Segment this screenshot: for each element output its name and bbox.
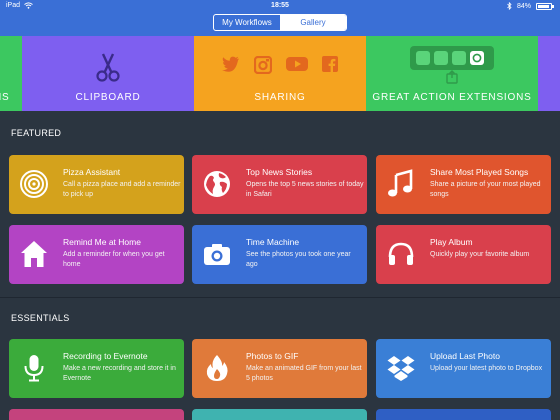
headphones-icon [388, 242, 414, 265]
workflow-card-partial[interactable] [376, 409, 551, 420]
card-title: Recording to Evernote [63, 351, 148, 361]
workflow-card-recording-to-evernote[interactable]: Recording to Evernote Make a new recordi… [9, 339, 184, 398]
workflow-card-partial[interactable] [192, 409, 367, 420]
card-title: Play Album [430, 237, 473, 247]
tab-my-workflows[interactable]: My Workflows [214, 15, 280, 30]
banner-label: CLIPBOARD [75, 92, 141, 103]
tab-gallery[interactable]: Gallery [280, 15, 346, 30]
card-description: Opens the top 5 news stories of today in… [246, 181, 364, 198]
twitter-icon [222, 56, 239, 72]
card-title: Pizza Assistant [63, 167, 121, 177]
music-note-icon [388, 169, 413, 197]
workflow-card-photos-to-gif[interactable]: Photos to GIF Make an animated GIF from … [192, 339, 367, 398]
banner-clipboard[interactable]: CLIPBOARD [22, 36, 194, 111]
card-title: Time Machine [246, 237, 300, 247]
battery-icon [536, 2, 554, 10]
workflow-card-partial[interactable] [9, 409, 184, 420]
section-divider [0, 297, 560, 298]
banner-label: GREAT ACTION EXTENSIONS [372, 92, 532, 103]
workflow-card-play-album[interactable]: Play Album Quickly play your favorite al… [376, 225, 551, 284]
workflow-card-share-most-played-songs[interactable]: Share Most Played Songs Share a picture … [376, 155, 551, 214]
banner-icons [22, 52, 194, 82]
card-title: Share Most Played Songs [430, 167, 529, 177]
card-description: Quickly play your favorite album [430, 251, 530, 258]
workflow-card-time-machine[interactable]: Time Machine See the photos you took one… [192, 225, 367, 284]
banner-partial-right[interactable] [538, 36, 560, 111]
segmented-control: My Workflows Gallery [213, 14, 347, 31]
section-title-essentials: ESSENTIALS [11, 313, 70, 323]
banner-label: SHARING [254, 92, 306, 103]
target-icon [20, 170, 48, 198]
dropbox-icon [387, 356, 415, 381]
card-description: Add a reminder for when you get home [63, 251, 165, 268]
nav-bar: My Workflows Gallery [0, 12, 560, 36]
battery-percent: 84% [516, 2, 531, 10]
status-time: 18:55 [271, 2, 289, 9]
flame-icon [206, 355, 228, 381]
card-description: See the photos you took one year ago [246, 251, 351, 268]
workflow-card-top-news-stories[interactable]: Top News Stories Opens the top 5 news st… [192, 155, 367, 214]
bluetooth-icon [507, 2, 512, 10]
banner-great-action-extensions[interactable]: GREAT ACTION EXTENSIONS [366, 36, 538, 111]
card-title: Photos to GIF [246, 351, 299, 361]
youtube-icon [286, 57, 308, 71]
banner-partial-left[interactable]: NS [0, 36, 22, 111]
home-icon [21, 241, 47, 267]
microphone-icon [24, 355, 44, 382]
status-right: 84% [507, 2, 554, 10]
banner-sharing[interactable]: SHARING [194, 36, 366, 111]
workflow-card-upload-last-photo[interactable]: Upload Last Photo Upload your latest pho… [376, 339, 551, 398]
card-title: Remind Me at Home [63, 237, 141, 247]
card-title: Upload Last Photo [430, 351, 500, 361]
banner-label: NS [0, 92, 10, 103]
banner-icons [366, 46, 538, 86]
scissors-icon [96, 53, 120, 82]
status-bar: iPad 18:55 84% [0, 0, 560, 12]
workflow-card-remind-me-at-home[interactable]: Remind Me at Home Add a reminder for whe… [9, 225, 184, 284]
action-extensions-icon [410, 46, 494, 84]
banner-icons [194, 56, 366, 74]
card-description: Call a pizza place and add a reminder to… [63, 181, 181, 198]
card-title: Top News Stories [246, 167, 313, 177]
card-description: Make an animated GIF from your last 5 ph… [246, 365, 362, 382]
instagram-icon [254, 56, 272, 74]
category-banners: NS CLIPBOARD [0, 36, 560, 111]
card-description: Share a picture of your most played song… [430, 181, 541, 198]
facebook-icon [322, 56, 338, 72]
workflow-card-pizza-assistant[interactable]: Pizza Assistant Call a pizza place and a… [9, 155, 184, 214]
camera-icon [204, 244, 230, 265]
card-description: Make a new recording and store it in Eve… [63, 365, 176, 382]
globe-icon [204, 171, 230, 197]
card-description: Upload your latest photo to Dropbox [430, 365, 543, 372]
section-title-featured: FEATURED [11, 128, 62, 138]
